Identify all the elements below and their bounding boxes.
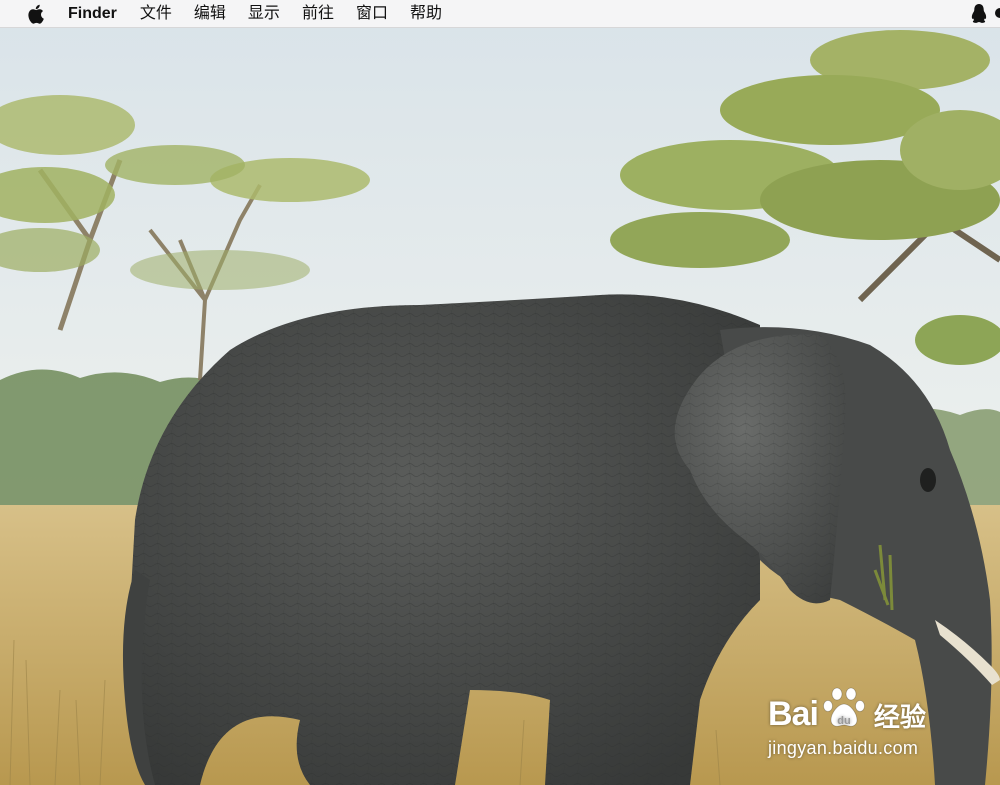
- desktop[interactable]: Finder 文件 编辑 显示 前往 窗口 帮助 Bai du 经验 jingy…: [0, 0, 1000, 785]
- menu-bar: Finder 文件 编辑 显示 前往 窗口 帮助: [0, 0, 1000, 28]
- apple-logo-icon[interactable]: [26, 4, 44, 24]
- menu-file[interactable]: 文件: [129, 0, 183, 28]
- qq-penguin-icon[interactable]: [968, 3, 990, 25]
- menu-view[interactable]: 显示: [237, 0, 291, 28]
- baidu-paw-icon: du: [823, 687, 865, 727]
- menu-go[interactable]: 前往: [291, 0, 345, 28]
- baidu-jingyan-watermark: Bai du 经验 jingyan.baidu.com: [768, 678, 968, 768]
- status-item-clipped[interactable]: [994, 3, 1000, 25]
- watermark-logo: Bai du 经验: [768, 678, 968, 734]
- menu-bar-status-area: [968, 0, 1000, 28]
- desktop-wallpaper: [0, 0, 1000, 785]
- menu-help[interactable]: 帮助: [399, 0, 453, 28]
- watermark-logo-text-jingyan: 经验: [873, 702, 926, 732]
- apple-logo-icon-shape: [27, 4, 44, 24]
- menu-edit[interactable]: 编辑: [183, 0, 237, 28]
- menu-app-finder[interactable]: Finder: [68, 0, 129, 28]
- menu-window[interactable]: 窗口: [345, 0, 399, 28]
- svg-text:du: du: [837, 715, 850, 727]
- watermark-url: jingyan.baidu.com: [768, 738, 919, 758]
- watermark-logo-text-bai: Bai: [768, 695, 819, 733]
